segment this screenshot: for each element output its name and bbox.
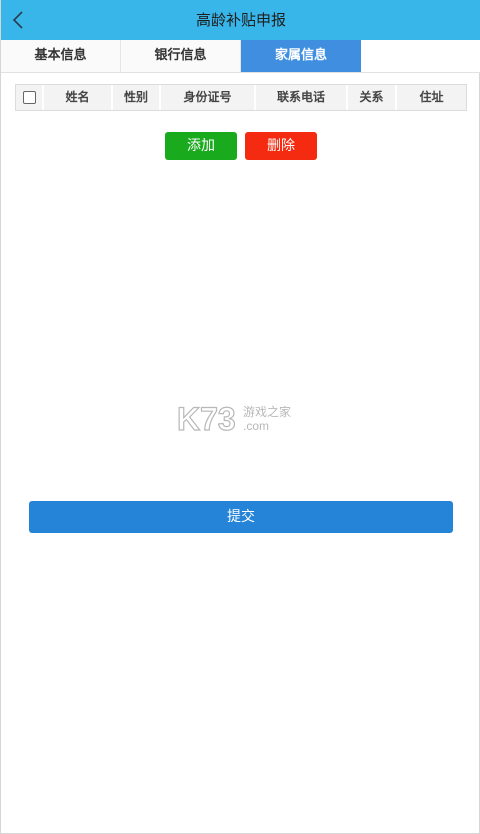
watermark-logo: K73 游戏之家 .com: [176, 400, 307, 437]
tab-bank-info[interactable]: 银行信息: [121, 40, 241, 72]
svg-text:K73: K73: [177, 402, 236, 436]
submit-button[interactable]: 提交: [29, 501, 453, 533]
tab-basic-info[interactable]: 基本信息: [1, 40, 121, 72]
select-all-checkbox[interactable]: [22, 91, 36, 104]
column-header-address: 住址: [419, 90, 444, 104]
svg-text:.com: .com: [243, 419, 269, 433]
family-table-header: 姓名 性别 身份证号 联系电话 关系 住址: [15, 84, 467, 111]
column-header-gender: 性别: [113, 85, 161, 110]
tab-bar: 基本信息 银行信息 家属信息: [1, 40, 480, 73]
select-all-cell: [16, 85, 44, 110]
add-button[interactable]: 添加: [165, 132, 237, 160]
page-title: 高龄补贴申报: [195, 11, 286, 29]
tab-family-info[interactable]: 家属信息: [241, 40, 361, 72]
delete-button[interactable]: 删除: [245, 132, 317, 160]
column-header-phone: 联系电话: [256, 85, 348, 110]
column-header-id-number: 身份证号: [161, 85, 256, 110]
header-bar: 高龄补贴申报: [1, 0, 480, 40]
svg-text:游戏之家: 游戏之家: [243, 404, 291, 419]
column-header-relation: 关系: [348, 85, 397, 110]
column-header-name: 姓名: [44, 85, 113, 110]
